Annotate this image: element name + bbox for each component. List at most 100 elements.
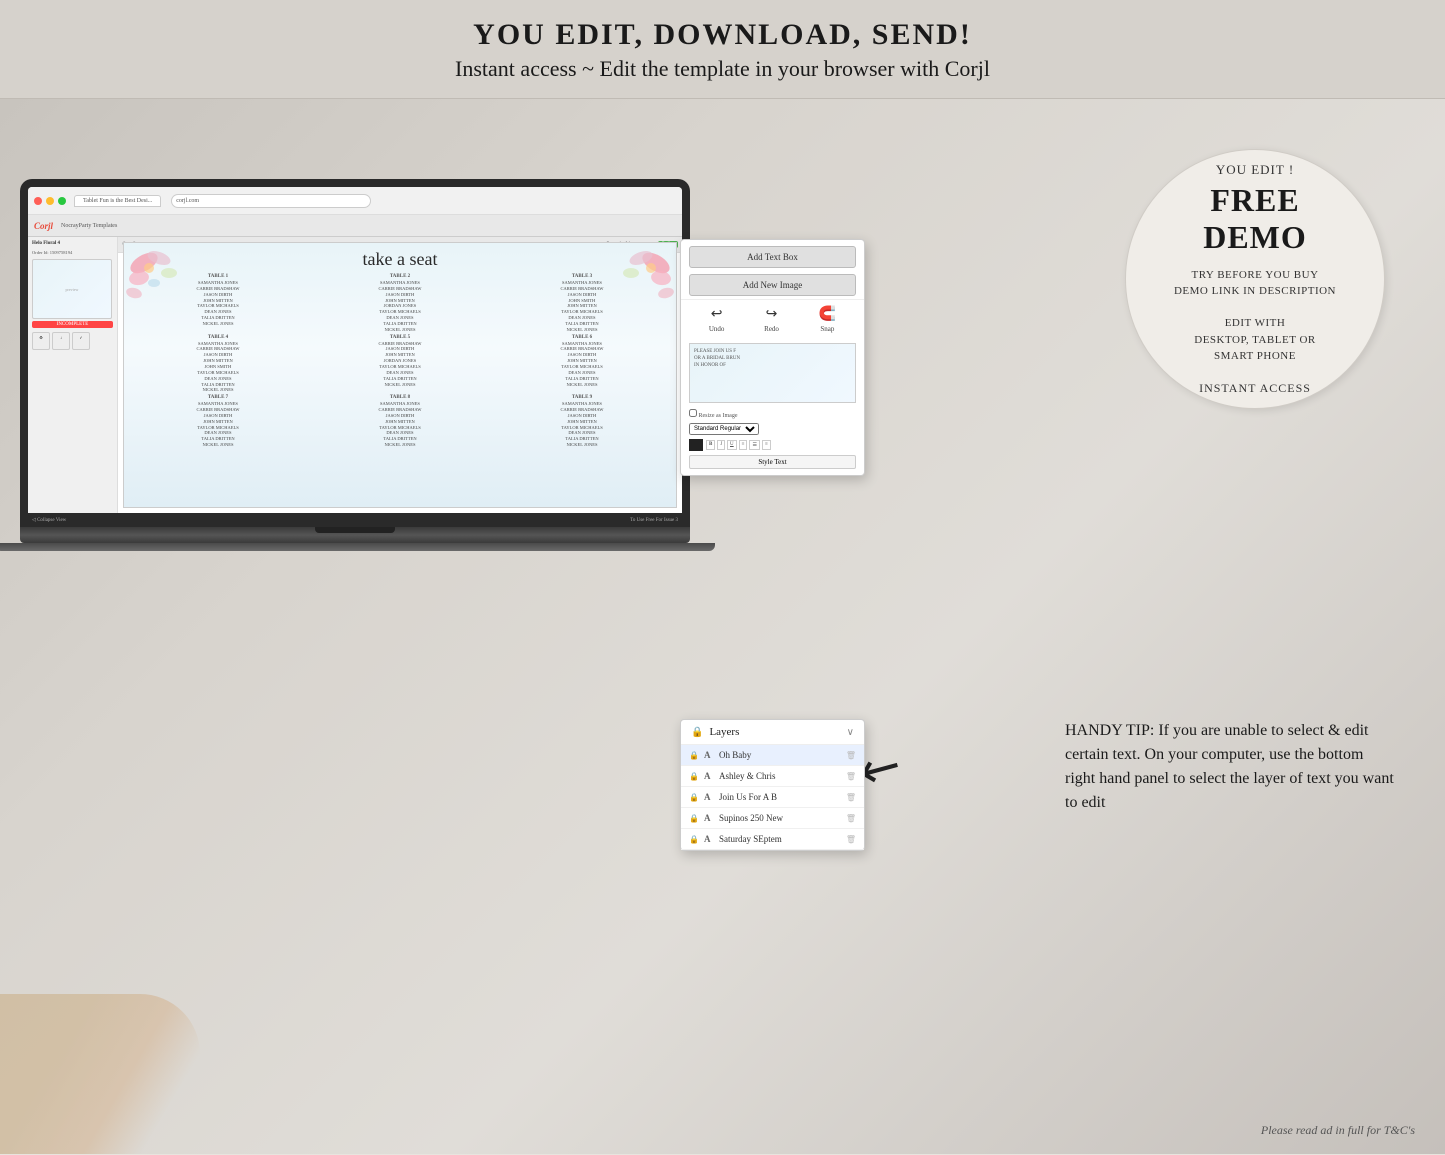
layer-item[interactable]: 🔒 A Supinos 250 New 🗑 bbox=[681, 808, 864, 829]
action-btn-3[interactable]: ✓ bbox=[72, 332, 90, 350]
seating-name: NICKEL JONES bbox=[310, 382, 490, 388]
seating-chart: take a seat TABLE 1SAMANTHA JONESCARRIE … bbox=[123, 242, 677, 508]
table-title: TABLE 4 bbox=[128, 335, 308, 340]
font-select[interactable]: Standard Regular bbox=[689, 423, 759, 435]
snap-icon: 🧲 bbox=[819, 306, 836, 323]
table-title: TABLE 7 bbox=[128, 395, 308, 400]
seating-title: take a seat bbox=[124, 243, 676, 272]
seating-table: TABLE 2SAMANTHA JONESCARRIE BRADSHAWJASO… bbox=[310, 274, 490, 333]
snap-label: Snap bbox=[820, 325, 834, 333]
align-center[interactable]: ☰ bbox=[749, 440, 759, 450]
corjl-sidebar: Helo Floral 4 Order Id: 1509758194 previ… bbox=[28, 237, 118, 513]
table-title: TABLE 6 bbox=[492, 335, 672, 340]
action-btn-2[interactable]: ↓ bbox=[52, 332, 70, 350]
hand-decoration bbox=[0, 994, 200, 1154]
layer-name-label: Oh Baby bbox=[719, 750, 841, 760]
headline: YOU EDIT, DOWNLOAD, SEND! bbox=[0, 18, 1445, 52]
table-title: TABLE 8 bbox=[310, 395, 490, 400]
demo-you-edit: YOU EDIT ! bbox=[1216, 162, 1294, 178]
layer-item[interactable]: 🔒 A Saturday SEptem 🗑 bbox=[681, 829, 864, 850]
style-text-button[interactable]: Style Text bbox=[689, 455, 856, 469]
floral-right bbox=[606, 243, 676, 323]
seating-table: TABLE 7SAMANTHA JONESCARRIE BRADSHAWJASO… bbox=[128, 395, 308, 448]
size-section: B I U ≡ ☰ ≡ bbox=[681, 437, 864, 455]
layers-lock-icon: 🔒 bbox=[691, 727, 703, 738]
add-new-image-button[interactable]: Add New Image bbox=[689, 274, 856, 296]
layers-panel: 🔒 Layers ∨ 🔒 A Oh Baby 🗑 🔒 A Ashley & Ch… bbox=[680, 719, 865, 851]
layer-lock-icon: 🔒 bbox=[689, 793, 699, 802]
order-id: Order Id: 1509758194 bbox=[32, 250, 113, 255]
color-swatch[interactable] bbox=[689, 439, 703, 451]
seating-name: NICKEL JONES bbox=[310, 442, 490, 448]
free-demo-circle: YOU EDIT ! FREE DEMO TRY BEFORE YOU BUY … bbox=[1125, 149, 1385, 409]
table-title: TABLE 5 bbox=[310, 335, 490, 340]
minimize-dot bbox=[46, 197, 54, 205]
layer-delete-icon[interactable]: 🗑 bbox=[846, 793, 856, 802]
design-thumbnail: preview bbox=[32, 259, 112, 319]
bold-btn[interactable]: B bbox=[706, 440, 715, 450]
sidebar-title: Helo Floral 4 bbox=[32, 241, 113, 246]
seating-table: TABLE 6SAMANTHA JONESCARRIE BRADSHAWJASO… bbox=[492, 335, 672, 394]
chevron-down-icon[interactable]: ∨ bbox=[847, 727, 854, 738]
layer-type-indicator: A bbox=[704, 834, 714, 844]
seating-tables-grid: TABLE 1SAMANTHA JONESCARRIE BRADSHAWJASO… bbox=[124, 272, 676, 450]
undo-label: Undo bbox=[709, 325, 725, 333]
layer-lock-icon: 🔒 bbox=[689, 751, 699, 760]
browser-tab[interactable]: Tablet Fun is the Best Desi... bbox=[74, 195, 161, 207]
layer-type-indicator: A bbox=[704, 750, 714, 760]
layer-item[interactable]: 🔒 A Oh Baby 🗑 bbox=[681, 745, 864, 766]
layer-item[interactable]: 🔒 A Join Us For A B 🗑 bbox=[681, 787, 864, 808]
action-btn-1[interactable]: ⚙ bbox=[32, 332, 50, 350]
subheadline: Instant access ~ Edit the template in yo… bbox=[0, 56, 1445, 82]
italic-btn[interactable]: I bbox=[717, 440, 725, 450]
top-banner: YOU EDIT, DOWNLOAD, SEND! Instant access… bbox=[0, 0, 1445, 99]
incomplete-badge: INCOMPLETE bbox=[32, 321, 113, 328]
floral-left bbox=[124, 243, 194, 323]
table-title: TABLE 9 bbox=[492, 395, 672, 400]
corjl-body: Helo Floral 4 Order Id: 1509758194 previ… bbox=[28, 237, 682, 513]
layer-lock-icon: 🔒 bbox=[689, 835, 699, 844]
redo-icon: ↪ bbox=[766, 306, 778, 323]
editor-right-panel: Add Text Box Add New Image ↩ Undo ↪ Redo… bbox=[680, 239, 865, 476]
browser-chrome: Tablet Fun is the Best Desi... corjl.com bbox=[28, 187, 682, 215]
laptop-screen-outer: Tablet Fun is the Best Desi... corjl.com… bbox=[20, 179, 690, 527]
layer-lock-icon: 🔒 bbox=[689, 814, 699, 823]
add-text-box-button[interactable]: Add Text Box bbox=[689, 246, 856, 268]
demo-edit-with: EDIT WITHDESKTOP, TABLET ORSMART PHONE bbox=[1194, 315, 1316, 365]
underline-btn[interactable]: U bbox=[727, 440, 737, 450]
layer-delete-icon[interactable]: 🗑 bbox=[846, 835, 856, 844]
layer-delete-icon[interactable]: 🗑 bbox=[846, 751, 856, 760]
layer-item[interactable]: 🔒 A Ashley & Chris 🗑 bbox=[681, 766, 864, 787]
seating-name: NICKEL JONES bbox=[492, 442, 672, 448]
undo-icon: ↩ bbox=[711, 306, 723, 323]
corjl-toolbar: Corjl NocrayParty Templates bbox=[28, 215, 682, 237]
seating-table: TABLE 4SAMANTHA JONESCARRIE BRADSHAWJASO… bbox=[128, 335, 308, 394]
seating-table: TABLE 9SAMANTHA JONESCARRIE BRADSHAWJASO… bbox=[492, 395, 672, 448]
align-right[interactable]: ≡ bbox=[762, 440, 771, 450]
seating-name: NICKEL JONES bbox=[492, 382, 672, 388]
undo-button[interactable]: ↩ Undo bbox=[709, 306, 725, 333]
resize-checkbox[interactable] bbox=[689, 409, 697, 417]
snap-button[interactable]: 🧲 Snap bbox=[819, 306, 836, 333]
browser-dots bbox=[34, 197, 66, 205]
redo-button[interactable]: ↪ Redo bbox=[764, 306, 779, 333]
layer-delete-icon[interactable]: 🗑 bbox=[846, 814, 856, 823]
layer-type-indicator: A bbox=[704, 792, 714, 802]
layer-delete-icon[interactable]: 🗑 bbox=[846, 772, 856, 781]
collapse-view[interactable]: ◁ Collapse View bbox=[32, 517, 66, 523]
preview-text: PLEASE JOIN US FOR A BRIDAL BRUNIN HONOR… bbox=[690, 344, 855, 373]
laptop-notch bbox=[315, 527, 395, 533]
panel-preview: PLEASE JOIN US FOR A BRIDAL BRUNIN HONOR… bbox=[689, 343, 856, 403]
layer-name-label: Supinos 250 New bbox=[719, 813, 841, 823]
handy-tip-text: HANDY TIP: If you are unable to select &… bbox=[1065, 722, 1394, 811]
seating-table: TABLE 8SAMANTHA JONESCARRIE BRADSHAWJASO… bbox=[310, 395, 490, 448]
handy-tip: HANDY TIP: If you are unable to select &… bbox=[1065, 719, 1395, 815]
seating-name: NICKEL JONES bbox=[128, 442, 308, 448]
seating-name: NICKEL JONES bbox=[492, 327, 672, 333]
align-left[interactable]: ≡ bbox=[739, 440, 748, 450]
layers-title: Layers bbox=[709, 726, 739, 738]
address-bar[interactable]: corjl.com bbox=[171, 194, 371, 208]
corjl-logo: Corjl bbox=[34, 221, 53, 231]
demo-instant-access: INSTANT ACCESS bbox=[1199, 381, 1311, 396]
seating-name: NICKEL JONES bbox=[128, 387, 308, 393]
